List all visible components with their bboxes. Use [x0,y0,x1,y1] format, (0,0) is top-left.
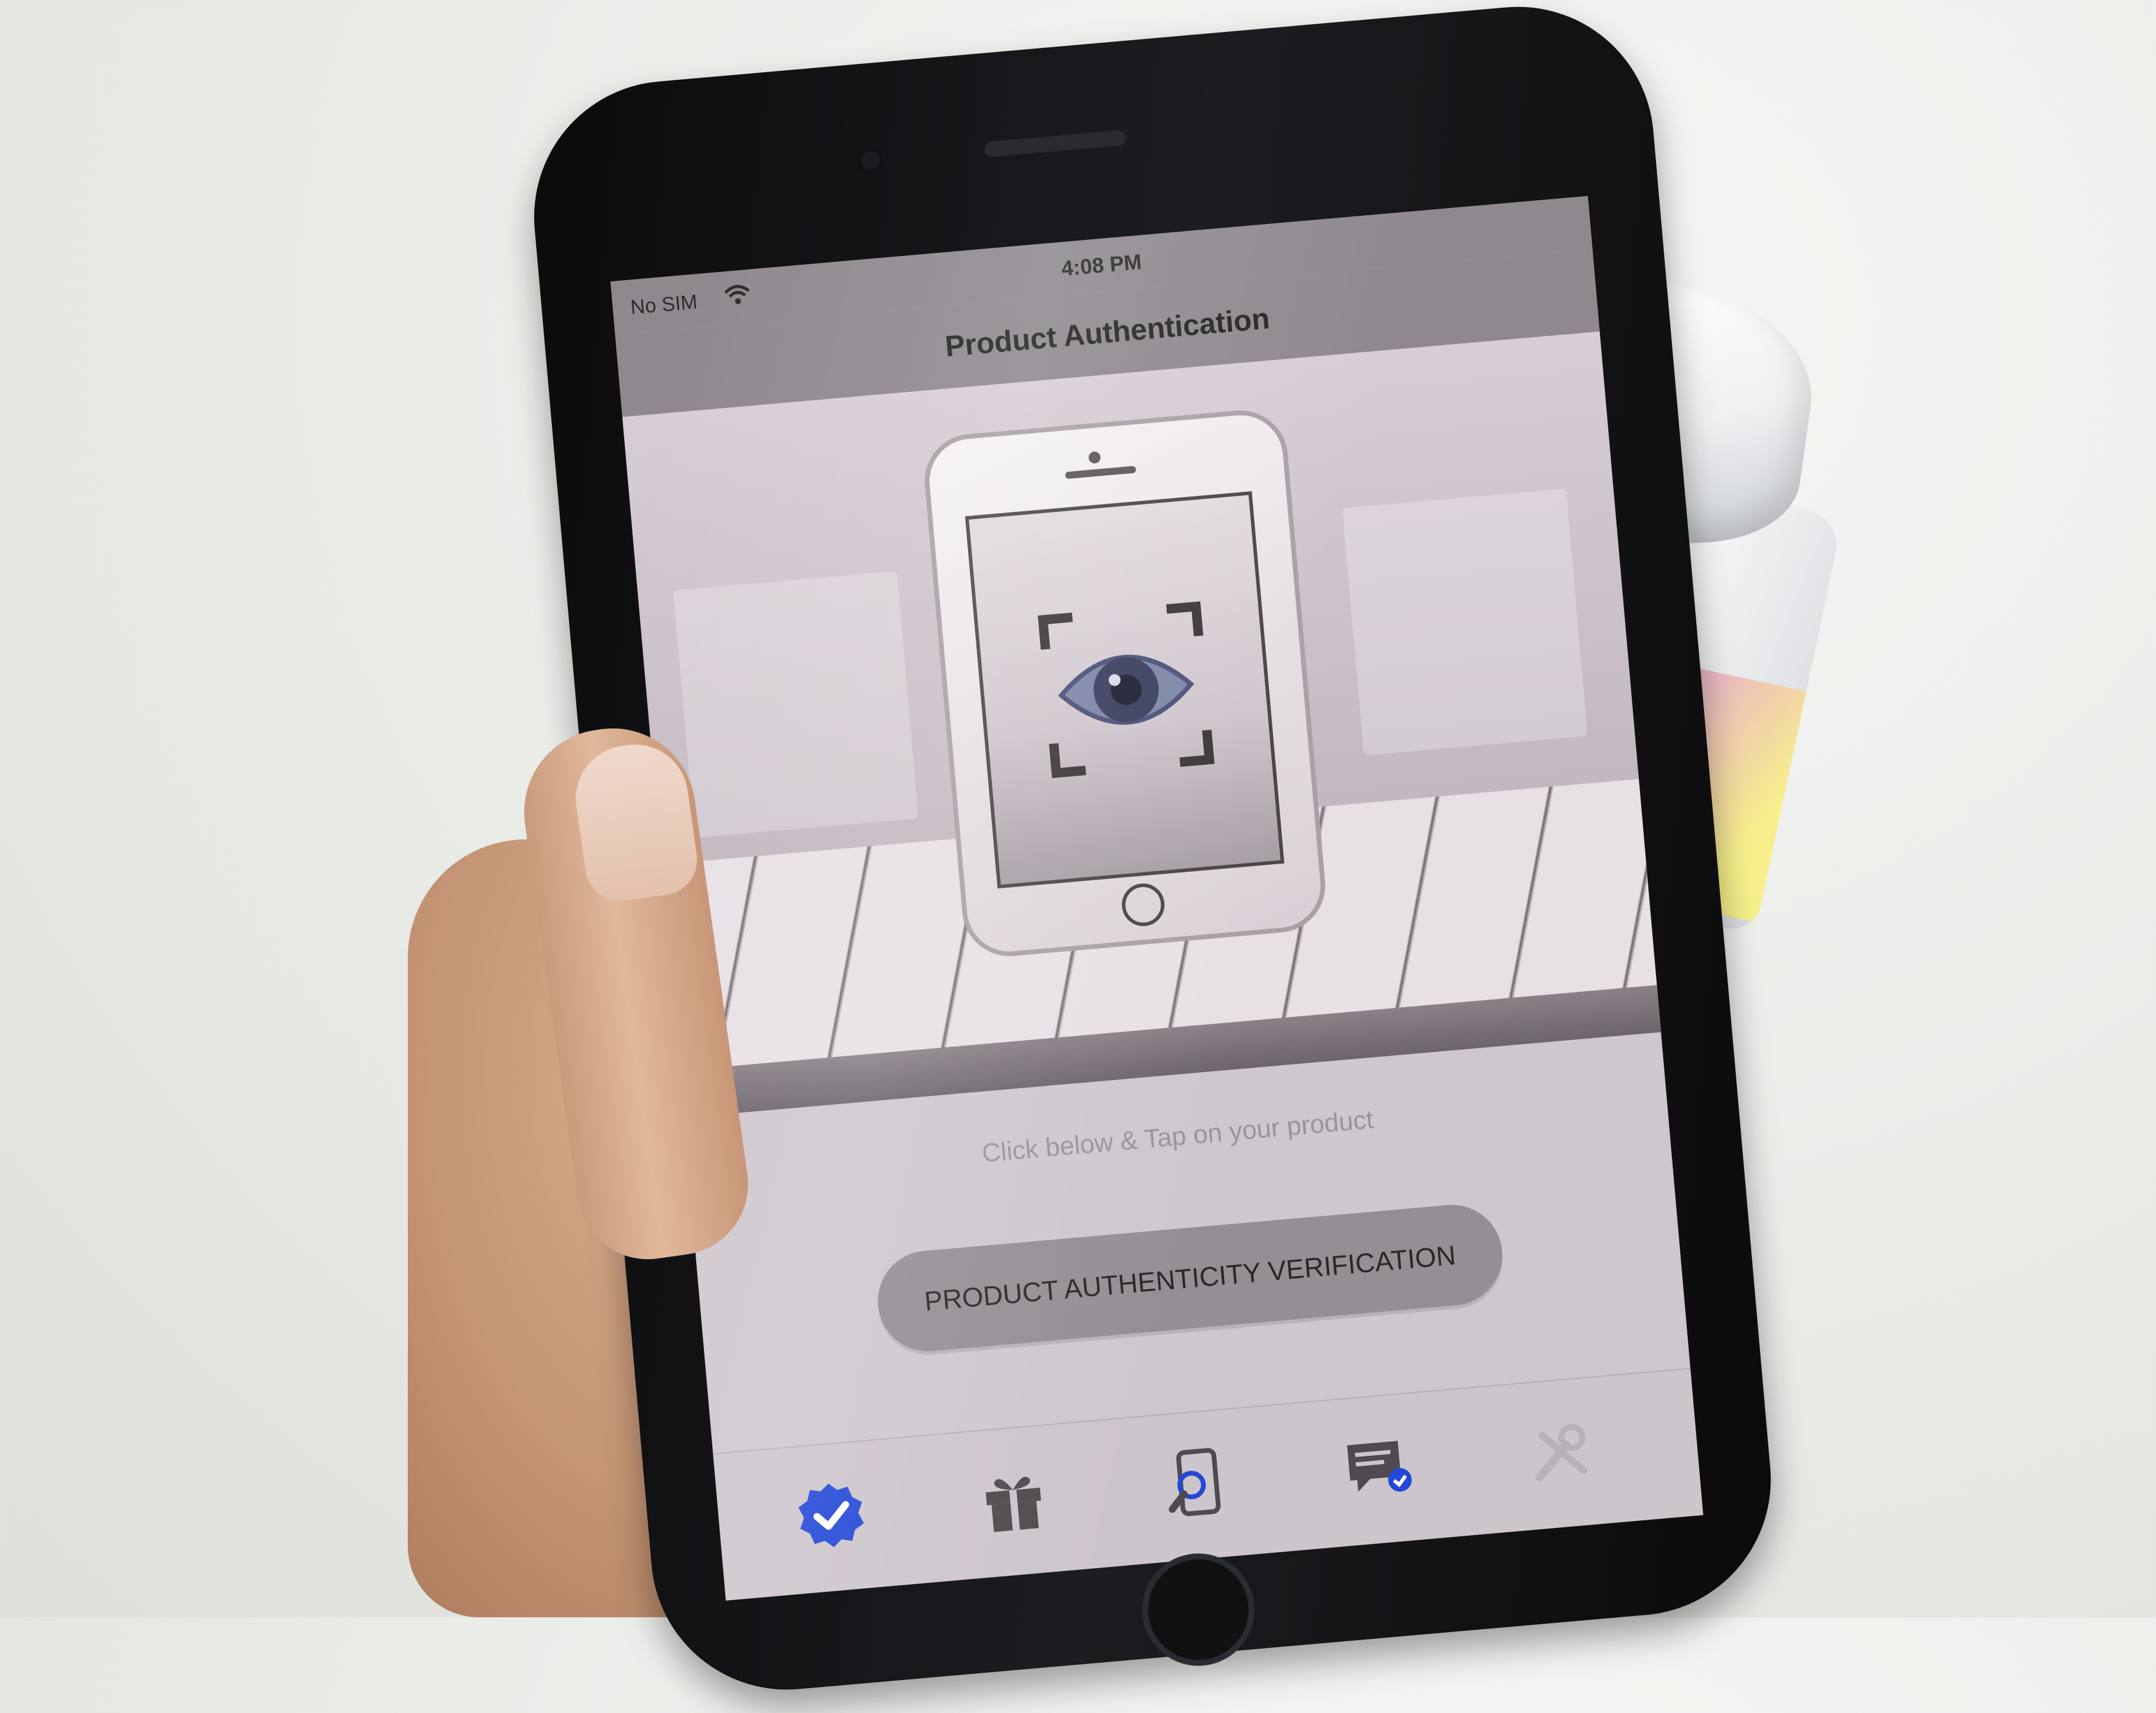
tools-icon [1535,1423,1587,1481]
chat-check-icon [1347,1441,1412,1492]
illustrated-phone-screen [965,491,1285,889]
background-window-right [1342,488,1588,756]
illustrated-phone-speaker [1064,466,1137,479]
phone-search-icon [1168,1448,1221,1516]
phone-screen: No SIM 4:08 PM Product Authentication Cl… [610,196,1703,1601]
hero-illustration [622,331,1661,1118]
tab-product-search[interactable] [1151,1439,1241,1529]
tab-rewards[interactable] [969,1455,1058,1545]
background-window-left [673,570,919,838]
illustrated-phone-home-button [1120,881,1167,928]
tab-tools[interactable] [1517,1407,1606,1497]
tab-feedback[interactable] [1334,1423,1424,1513]
eye-scan-icon [1037,601,1215,778]
gift-icon [985,1477,1041,1532]
tab-authentication[interactable] [786,1471,876,1560]
illustrated-phone [921,406,1329,961]
product-verification-button[interactable]: PRODUCT AUTHENTICITY VERIFICATION [874,1201,1507,1356]
verified-badge-icon [798,1483,864,1547]
smartphone: No SIM 4:08 PM Product Authentication Cl… [522,0,1782,1701]
illustrated-phone-camera [1088,451,1101,464]
